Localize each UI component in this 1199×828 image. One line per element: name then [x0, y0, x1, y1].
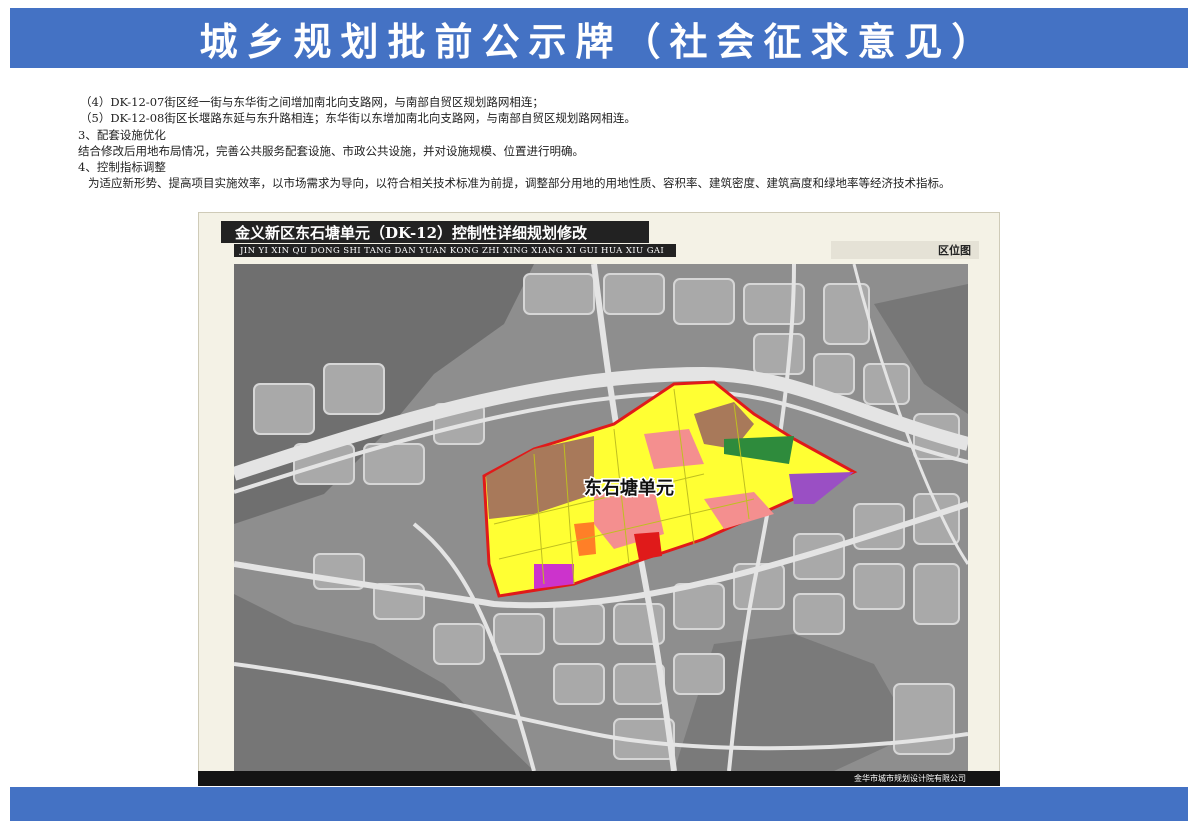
- notice-heading: 4、控制指标调整: [78, 160, 166, 175]
- location-map-label-text: 区位图: [938, 244, 971, 257]
- notice-heading: 3、配套设施优化: [78, 127, 166, 142]
- institute-name: 金华市城市规划设计院有限公司: [854, 774, 966, 783]
- location-map-label: 区位图: [831, 241, 979, 259]
- parcel-special: [634, 532, 662, 560]
- map-title-text: 金义新区东石塘单元（DK-12）控制性详细规划修改: [235, 223, 588, 242]
- page-title: 城乡规划批前公示牌（社会征求意见）: [199, 19, 999, 64]
- map-subtitle: JIN YI XIN QU DONG SHI TANG DAN YUAN KON…: [234, 244, 676, 257]
- map-board: 金义新区东石塘单元（DK-12）控制性详细规划修改 JIN YI XIN QU …: [198, 212, 1000, 786]
- map-footer-strip: 金华市城市规划设计院有限公司: [198, 771, 1000, 786]
- page-footer-bar: [10, 787, 1188, 821]
- notice-line: （5）DK-12-08街区长堰路东延与东升路相连；东华街以东增加南北向支路网，与…: [80, 111, 636, 126]
- notice-line: 结合修改后用地布局情况，完善公共服务配套设施、市政公共设施，并对设施规模、位置进…: [78, 143, 584, 158]
- location-map: 东石塘单元: [234, 264, 968, 771]
- unit-label: 东石塘单元: [584, 477, 674, 499]
- map-subtitle-text: JIN YI XIN QU DONG SHI TANG DAN YUAN KON…: [240, 245, 665, 256]
- map-title: 金义新区东石塘单元（DK-12）控制性详细规划修改: [221, 221, 649, 243]
- page-title-bar: 城乡规划批前公示牌（社会征求意见）: [10, 8, 1188, 68]
- notice-line: 为适应新形势、提高项目实施效率，以市场需求为导向，以符合相关技术标准为前提，调整…: [88, 176, 951, 191]
- notice-line: （4）DK-12-07街区经一街与东华街之间增加南北向支路网，与南部自贸区规划路…: [80, 95, 544, 109]
- location-map-svg: 东石塘单元: [234, 264, 968, 771]
- notice-body: （4）DK-12-07街区经一街与东华街之间增加南北向支路网，与南部自贸区规划路…: [64, 94, 1144, 192]
